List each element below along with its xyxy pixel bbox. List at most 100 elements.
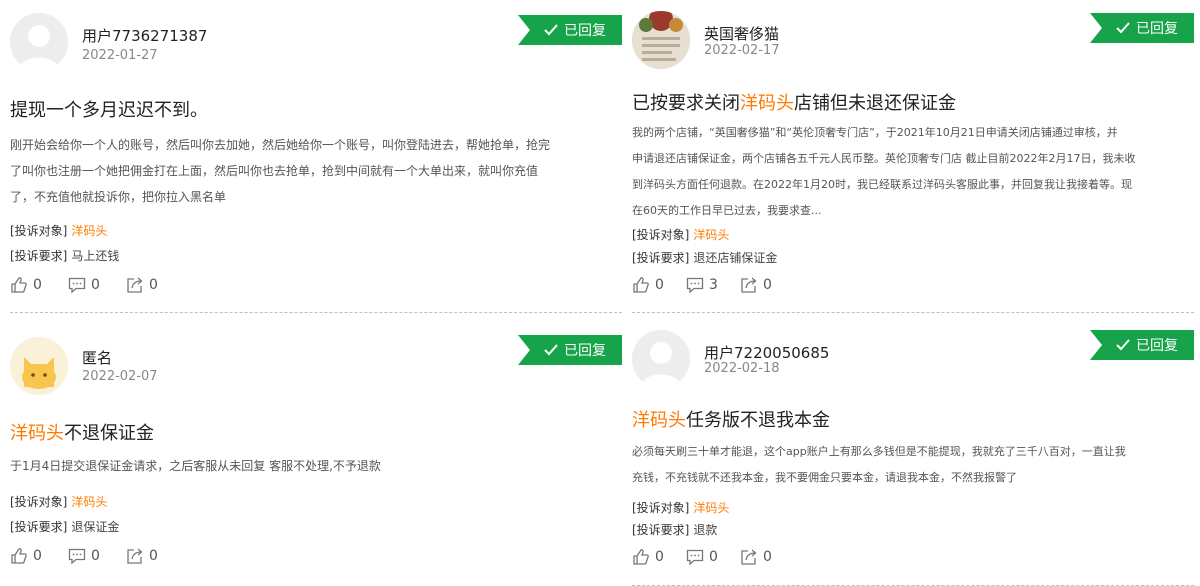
title-highlight: 洋码头 <box>740 93 794 114</box>
body-line: 我的两个店铺，“英国奢侈猫”和“英伦顶奢专门店”，于2021年10月21日申请关… <box>632 126 1118 139</box>
share-icon <box>740 276 758 294</box>
badge-label: 已回复 <box>1136 21 1178 37</box>
body-line: 刚开始会给你一个人的账号，然后叫你去加她，然后她给你一个账号，叫你登陆进去，帮她… <box>10 138 551 152</box>
check-icon <box>1116 339 1130 351</box>
complaint-target: [投诉对象] 洋码头 <box>10 493 107 510</box>
replied-badge: 已回复 <box>1090 13 1194 43</box>
complaint-title[interactable]: 洋码头不退保证金 <box>10 419 154 445</box>
complaint-request: [投诉要求] 退还店铺保证金 <box>632 249 777 266</box>
comment-button[interactable]: 0 <box>68 547 126 565</box>
share-icon <box>740 548 758 566</box>
default-avatar-icon[interactable] <box>632 330 690 388</box>
post-date: 2022-02-17 <box>704 43 780 58</box>
check-icon <box>1116 22 1130 34</box>
request-label: [投诉要求] <box>632 523 690 537</box>
badge-label: 已回复 <box>564 343 606 359</box>
complaint-card[interactable]: 用户7736271387 2022-01-27 已回复 提现一个多月迟迟不到。 … <box>10 0 622 313</box>
title-highlight: 洋码头 <box>10 423 64 444</box>
target-value[interactable]: 洋码头 <box>71 495 107 509</box>
comment-count: 3 <box>709 277 718 293</box>
badge-label: 已回复 <box>564 23 606 39</box>
user-name[interactable]: 匿名 <box>82 347 112 368</box>
action-bar: 0 0 0 <box>632 548 794 566</box>
target-label: [投诉对象] <box>10 224 68 238</box>
replied-badge: 已回复 <box>518 15 622 45</box>
shop-photo-avatar[interactable] <box>632 11 690 69</box>
like-count: 0 <box>33 548 42 564</box>
comment-icon <box>686 276 704 294</box>
complaint-target: [投诉对象] 洋码头 <box>632 226 729 243</box>
share-count: 0 <box>149 277 158 293</box>
comment-icon <box>68 276 86 294</box>
body-line: 于1月4日提交退保证金请求，之后客服从未回复 客服不处理,不予退款 <box>10 459 381 473</box>
body-line: 在60天的工作日早已过去，我要求查... <box>632 204 822 217</box>
request-label: [投诉要求] <box>10 520 68 534</box>
like-button[interactable]: 0 <box>632 276 686 294</box>
comment-count: 0 <box>91 548 100 564</box>
thumbs-up-icon <box>10 276 28 294</box>
title-text-after: 任务版不退我本金 <box>686 410 830 431</box>
like-count: 0 <box>655 549 664 565</box>
title-text-after: 店铺但未退还保证金 <box>794 93 956 114</box>
complaint-target: [投诉对象] 洋码头 <box>632 499 729 516</box>
comment-count: 0 <box>91 277 100 293</box>
request-label: [投诉要求] <box>10 249 68 263</box>
default-avatar-icon[interactable] <box>10 13 68 71</box>
complaint-body[interactable]: 刚开始会给你一个人的账号，然后叫你去加她，然后她给你一个账号，叫你登陆进去，帮她… <box>10 132 622 210</box>
action-bar: 0 3 0 <box>632 276 794 294</box>
target-value[interactable]: 洋码头 <box>693 501 729 515</box>
comment-icon <box>686 548 704 566</box>
target-value[interactable]: 洋码头 <box>693 228 729 242</box>
complaint-list: 用户7736271387 2022-01-27 已回复 提现一个多月迟迟不到。 … <box>0 0 1200 586</box>
body-line: 了叫你也注册一个她把佣金打在上面，然后叫你也去抢单，抢到中间就有一个大单出来，就… <box>10 164 539 178</box>
request-value: 退还店铺保证金 <box>693 251 778 265</box>
target-label: [投诉对象] <box>10 495 68 509</box>
target-label: [投诉对象] <box>632 501 690 515</box>
replied-badge: 已回复 <box>518 335 622 365</box>
complaint-card[interactable]: 用户7220050685 2022-02-18 已回复 洋码头任务版不退我本金 … <box>632 313 1194 586</box>
complaint-title[interactable]: 提现一个多月迟迟不到。 <box>10 96 208 122</box>
action-bar: 0 0 0 <box>10 276 184 294</box>
share-count: 0 <box>149 548 158 564</box>
like-button[interactable]: 0 <box>10 276 68 294</box>
title-text: 提现一个多月迟迟不到。 <box>10 100 208 121</box>
user-name[interactable]: 用户7736271387 <box>82 25 207 46</box>
complaint-body[interactable]: 必须每天刷三十单才能退，这个app账户上有那么多钱但是不能提现，我就充了三千八百… <box>632 439 1194 491</box>
share-button[interactable]: 0 <box>740 276 794 294</box>
target-value[interactable]: 洋码头 <box>71 224 107 238</box>
complaint-card[interactable]: 匿名 2022-02-07 已回复 洋码头不退保证金 于1月4日提交退保证金请求… <box>10 313 622 586</box>
comment-button[interactable]: 0 <box>68 276 126 294</box>
like-button[interactable]: 0 <box>10 547 68 565</box>
user-name[interactable]: 用户7220050685 <box>704 342 829 363</box>
complaint-body[interactable]: 我的两个店铺，“英国奢侈猫”和“英伦顶奢专门店”，于2021年10月21日申请关… <box>632 120 1194 224</box>
share-button[interactable]: 0 <box>740 548 794 566</box>
thumbs-up-icon <box>632 548 650 566</box>
action-bar: 0 0 0 <box>10 547 184 565</box>
body-line: 必须每天刷三十单才能退，这个app账户上有那么多钱但是不能提现，我就充了三千八百… <box>632 445 1126 458</box>
comment-button[interactable]: 0 <box>686 548 740 566</box>
cat-avatar-icon[interactable] <box>10 337 68 395</box>
request-value: 退款 <box>693 523 718 537</box>
request-value: 退保证金 <box>71 520 120 534</box>
share-button[interactable]: 0 <box>126 276 184 294</box>
share-button[interactable]: 0 <box>126 547 184 565</box>
like-button[interactable]: 0 <box>632 548 686 566</box>
request-value: 马上还钱 <box>71 249 120 263</box>
complaint-title[interactable]: 洋码头任务版不退我本金 <box>632 406 830 432</box>
complaint-title[interactable]: 已按要求关闭洋码头店铺但未退还保证金 <box>632 89 956 115</box>
complaint-request: [投诉要求] 退保证金 <box>10 518 119 535</box>
check-icon <box>544 24 558 36</box>
complaint-card[interactable]: 英国奢侈猫 2022-02-17 已回复 已按要求关闭洋码头店铺但未退还保证金 … <box>632 0 1194 313</box>
check-icon <box>544 344 558 356</box>
like-count: 0 <box>655 277 664 293</box>
complaint-request: [投诉要求] 马上还钱 <box>10 247 119 264</box>
comment-button[interactable]: 3 <box>686 276 740 294</box>
post-date: 2022-01-27 <box>82 48 158 63</box>
user-name[interactable]: 英国奢侈猫 <box>704 23 779 44</box>
body-line: 到洋码头方面任何退款。在2022年1月20时，我已经联系过洋码头客服此事，并回复… <box>632 178 1132 191</box>
title-highlight: 洋码头 <box>632 410 686 431</box>
badge-label: 已回复 <box>1136 338 1178 354</box>
complaint-body[interactable]: 于1月4日提交退保证金请求，之后客服从未回复 客服不处理,不予退款 <box>10 453 622 479</box>
title-text: 已按要求关闭 <box>632 93 740 114</box>
replied-badge: 已回复 <box>1090 330 1194 360</box>
